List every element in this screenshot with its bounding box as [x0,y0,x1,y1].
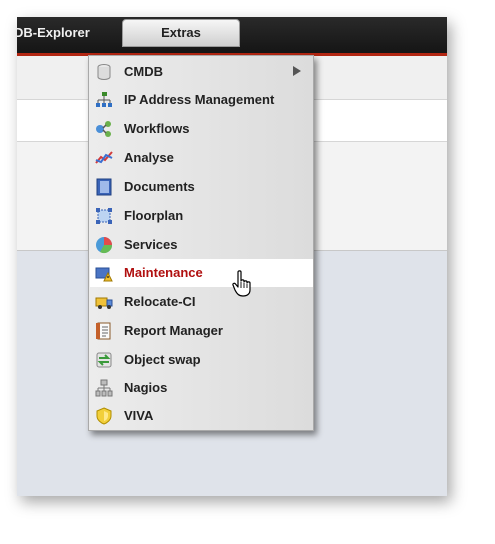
pie-chart-icon [96,237,113,254]
menu-item-ip-address-management[interactable]: IP Address Management [90,86,313,114]
menu-item-cmdb[interactable]: CMDB [90,58,313,86]
menu-item-report-manager[interactable]: Report Manager [90,317,313,345]
database-icon [97,64,111,80]
menu-item-object-swap[interactable]: Object swap [90,346,313,374]
menu-item-label: IP Address Management [124,92,275,107]
menu-item-label: Maintenance [124,265,203,280]
truck-icon [95,297,113,309]
submenu-arrow-icon [293,66,301,76]
nav-extras-tab[interactable]: Extras [122,19,240,47]
shield-icon [96,407,112,425]
menu-item-label: Floorplan [124,208,184,223]
floorplan-icon [96,208,112,224]
workflow-icon [96,121,111,137]
swap-icon [96,352,112,368]
report-icon [96,322,111,340]
menu-item-label: Object swap [124,352,201,367]
menu-item-viva[interactable]: VIVA [90,402,313,430]
nav-db-explorer[interactable]: DB-Explorer [17,25,90,40]
extras-dropdown-menu: CMDB IP Address Management Workflows Ana… [88,55,314,431]
top-navigation-bar: DB-Explorer Extras [17,17,447,56]
menu-item-analyse[interactable]: Analyse [90,144,313,172]
menu-item-maintenance[interactable]: Maintenance [90,259,313,287]
menu-item-floorplan[interactable]: Floorplan [90,202,313,230]
menu-item-label: Workflows [124,121,190,136]
menu-item-workflows[interactable]: Workflows [90,115,313,143]
menu-item-services[interactable]: Services [90,231,313,259]
menu-item-label: Nagios [124,380,168,395]
menu-item-label: VIVA [124,408,154,423]
menu-item-label: CMDB [124,64,163,79]
network-icon [96,92,112,107]
document-icon [96,178,112,196]
menu-item-relocate-ci[interactable]: Relocate-CI [90,288,313,316]
menu-item-documents[interactable]: Documents [90,173,313,201]
server-tree-icon [95,379,113,397]
menu-item-nagios[interactable]: Nagios [90,374,313,402]
hand-pointer-icon [232,270,251,297]
menu-item-label: Relocate-CI [124,294,196,309]
menu-item-label: Report Manager [124,323,223,338]
chart-line-icon [95,151,113,164]
maintenance-icon [95,267,113,282]
menu-item-label: Services [124,237,178,252]
menu-item-label: Documents [124,179,195,194]
menu-item-label: Analyse [124,150,174,165]
